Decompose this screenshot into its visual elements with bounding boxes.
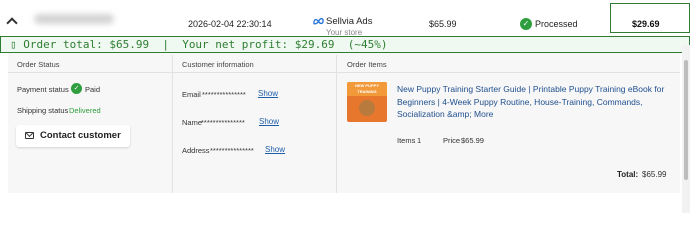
name-label: Name: [182, 118, 203, 127]
order-total-banner-text: ▯ Order total: $65.99 | Your net profit:…: [10, 37, 388, 52]
shipping-status-value: Delivered: [69, 106, 101, 115]
order-date: 2026-02-04 22:30:14: [188, 19, 272, 29]
shipping-status-label: Shipping status: [17, 106, 69, 115]
thumbnail-caption: NEW PUPPY TRAINING: [347, 82, 387, 96]
price-label: Price: [443, 136, 461, 145]
check-circle-icon: ✓: [71, 83, 82, 94]
section-divider: [337, 72, 680, 73]
show-name-link[interactable]: Show: [259, 117, 279, 126]
email-label: Email: [182, 90, 201, 99]
banner-text: Order total: $65.99 | Your net profit: $…: [23, 38, 388, 51]
order-details-panel: [8, 53, 680, 193]
product-title-link[interactable]: New Puppy Training Starter Guide | Print…: [397, 83, 672, 121]
items-value: 1: [417, 136, 422, 145]
section-divider: [173, 72, 336, 73]
net-profit-value: $29.69: [632, 19, 660, 29]
items-label: Items: [397, 136, 416, 145]
customer-info-title: Customer information: [182, 60, 254, 69]
order-items-title: Order Items: [347, 60, 387, 69]
mail-icon: [25, 132, 34, 139]
store-name: Sellvia Ads: [326, 16, 373, 27]
product-thumbnail[interactable]: NEW PUPPY TRAINING: [347, 82, 387, 122]
bottom-spacer: [0, 193, 690, 213]
contact-customer-label: Contact customer: [40, 130, 121, 141]
total-value: $65.99: [642, 170, 667, 179]
email-masked: ***************: [202, 90, 246, 99]
show-email-link[interactable]: Show: [258, 89, 278, 98]
blurred-customer-name: [34, 14, 114, 24]
check-circle-icon: ✓: [520, 18, 532, 30]
total-label: Total:: [617, 170, 639, 179]
chevron-up-icon[interactable]: [6, 17, 18, 29]
column-divider: [172, 55, 173, 193]
payment-status-value: Paid: [85, 85, 101, 94]
contact-customer-button[interactable]: Contact customer: [16, 125, 130, 147]
puppy-image: [359, 100, 375, 116]
price-value: $65.99: [461, 136, 484, 145]
scrollbar-thumb[interactable]: [684, 60, 688, 180]
address-masked: ***************: [210, 146, 254, 155]
address-label: Address: [182, 146, 210, 155]
order-row[interactable]: 2026-02-04 22:30:14 Sellvia Ads Your sto…: [0, 0, 690, 37]
name-masked: ***************: [201, 118, 245, 127]
order-amount: $65.99: [429, 19, 457, 29]
meta-logo-icon: [313, 17, 324, 25]
section-divider: [8, 72, 172, 73]
order-status-title: Order Status: [17, 60, 60, 69]
column-divider: [336, 55, 337, 193]
payment-status-label: Payment status: [17, 85, 69, 94]
show-address-link[interactable]: Show: [265, 145, 285, 154]
banner-check-icon: ▯: [10, 38, 24, 51]
order-status-text: Processed: [535, 19, 578, 29]
